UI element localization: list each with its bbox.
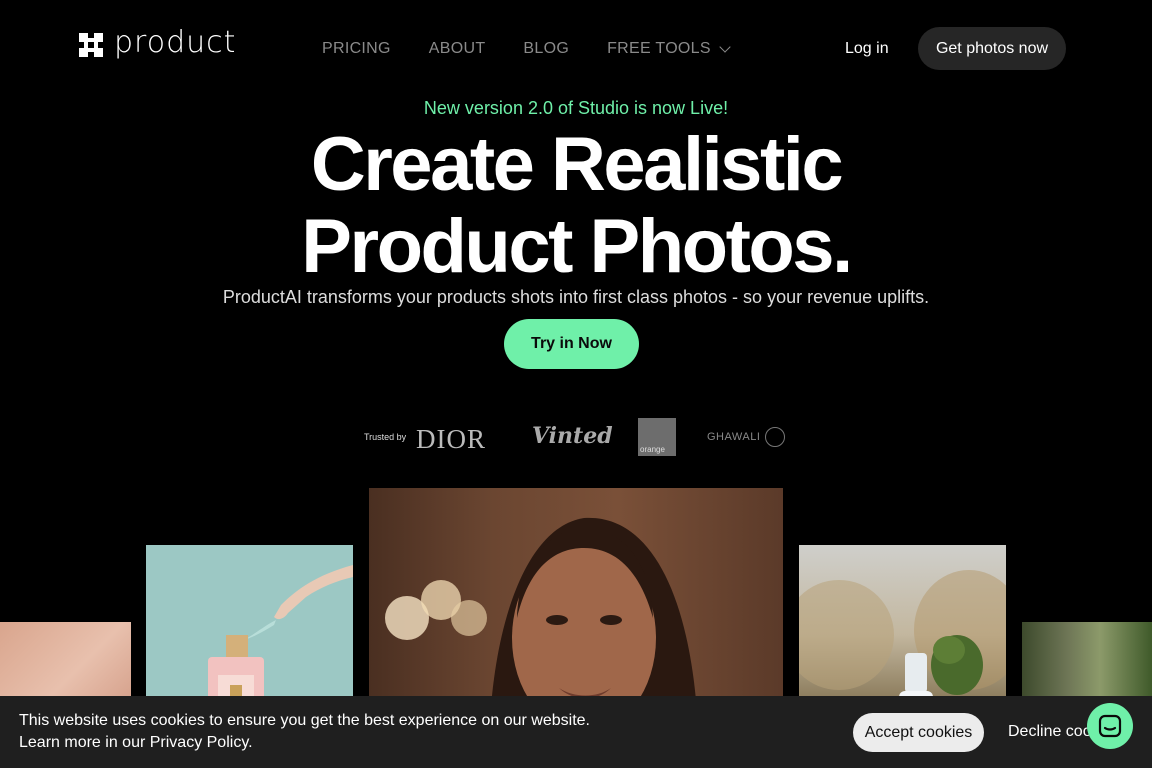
cookie-message-line1: This website uses cookies to ensure you … [19, 712, 590, 729]
orange-logo-text: orange [640, 445, 665, 454]
nav-pricing[interactable]: PRICING [322, 40, 391, 58]
login-link[interactable]: Log in [845, 40, 889, 58]
privacy-policy-link[interactable]: Learn more in our Privacy Policy. [19, 732, 590, 754]
decline-cookies-button[interactable]: Decline coo [1008, 723, 1092, 741]
chat-launcher-button[interactable] [1087, 703, 1133, 749]
accept-cookies-button[interactable]: Accept cookies [853, 713, 984, 752]
nav-free-tools-label: FREE TOOLS [607, 40, 711, 57]
trusted-by-strip: Trusted by DIOR Vinted orange GHAWALI [364, 418, 794, 458]
dior-logo: DIOR [416, 424, 486, 454]
hero-headline: Create Realistic Product Photos. [301, 122, 853, 289]
ghawali-mark-icon [765, 427, 785, 447]
announcement[interactable]: New version 2.0 of Studio is now Live! [0, 98, 1152, 119]
cookie-message: This website uses cookies to ensure you … [19, 710, 590, 754]
nav-free-tools[interactable]: FREE TOOLS [607, 40, 731, 58]
chat-icon [1098, 714, 1122, 738]
top-nav: product PRICING ABOUT BLOG FREE TOOLS Lo… [0, 0, 1152, 96]
product-logo-icon [79, 33, 103, 57]
orange-logo: orange [638, 418, 676, 456]
get-photos-button[interactable]: Get photos now [918, 27, 1066, 70]
trusted-label: Trusted by [364, 432, 407, 442]
hero-subheadline: ProductAI transforms your products shots… [222, 287, 930, 307]
brand-name: product [114, 25, 237, 60]
brand-logo[interactable]: product [76, 25, 237, 60]
cookie-banner: This website uses cookies to ensure you … [0, 696, 1152, 768]
nav-links: PRICING ABOUT BLOG FREE TOOLS [322, 40, 731, 58]
nav-about[interactable]: ABOUT [429, 40, 486, 58]
vinted-logo: Vinted [532, 423, 613, 449]
chevron-down-icon [719, 40, 731, 53]
nav-blog[interactable]: BLOG [523, 40, 569, 58]
ghawali-logo: GHAWALI [707, 431, 761, 443]
try-now-button[interactable]: Try in Now [504, 319, 639, 369]
